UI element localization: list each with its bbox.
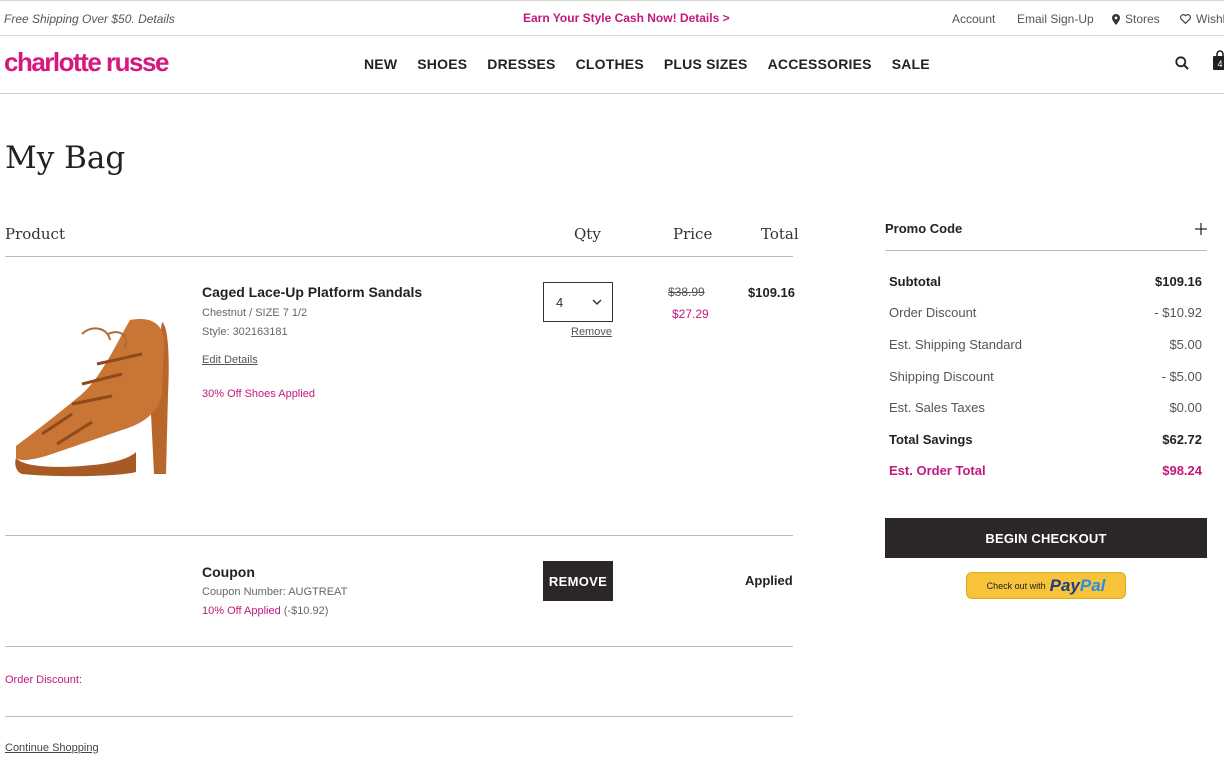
- page-title: My Bag: [5, 140, 126, 176]
- price-original: $38.99: [668, 285, 705, 299]
- paypal-prefix: Check out with: [986, 580, 1046, 591]
- nav-item-accessories[interactable]: ACCESSORIES: [768, 56, 872, 72]
- order-discount-summary-value: - $10.92: [1154, 305, 1202, 320]
- email-signup-link[interactable]: Email Sign-Up: [1017, 12, 1094, 26]
- product-name[interactable]: Caged Lace-Up Platform Sandals: [202, 284, 422, 300]
- nav-item-clothes[interactable]: CLOTHES: [576, 56, 644, 72]
- sales-tax-value: $0.00: [1169, 400, 1202, 415]
- col-header-total: Total: [761, 225, 799, 243]
- col-header-qty: Qty: [574, 225, 601, 243]
- order-discount-summary-label: Order Discount: [889, 305, 977, 320]
- coupon-applied: 10% Off Applied (-$10.92): [202, 605, 328, 617]
- order-total-label: Est. Order Total: [889, 463, 986, 478]
- remove-item-link[interactable]: Remove: [571, 326, 612, 338]
- coupon-number: Coupon Number: AUGTREAT: [202, 586, 348, 598]
- main-nav: NEW SHOES DRESSES CLOTHES PLUS SIZES ACC…: [364, 56, 950, 72]
- free-shipping-link[interactable]: Free Shipping Over $50. Details: [4, 12, 175, 26]
- product-promo: 30% Off Shoes Applied: [202, 388, 315, 400]
- divider: [5, 646, 793, 647]
- product-image[interactable]: [12, 314, 172, 480]
- bag-count: 4: [1217, 59, 1222, 69]
- divider: [5, 256, 793, 257]
- shipping-discount-label: Shipping Discount: [889, 369, 994, 384]
- paypal-logo: PayPal: [1050, 576, 1106, 596]
- nav-item-plus-sizes[interactable]: PLUS SIZES: [664, 56, 748, 72]
- nav-item-dresses[interactable]: DRESSES: [487, 56, 555, 72]
- subtotal-value: $109.16: [1155, 274, 1202, 289]
- wishlist-label: Wishl: [1196, 12, 1224, 26]
- brand-logo[interactable]: charlotte russe: [4, 47, 169, 78]
- plus-icon[interactable]: [1195, 223, 1207, 235]
- stores-link[interactable]: Stores: [1112, 12, 1160, 26]
- continue-shopping-link[interactable]: Continue Shopping: [5, 742, 99, 754]
- paypal-logo-pay: Pay: [1049, 575, 1080, 595]
- coupon-status: Applied: [745, 573, 793, 588]
- quantity-select[interactable]: 4: [543, 282, 613, 322]
- shipping-value: $5.00: [1169, 337, 1202, 352]
- style-cash-promo-link[interactable]: Earn Your Style Cash Now! Details >: [523, 11, 730, 25]
- total-savings-value: $62.72: [1162, 432, 1202, 447]
- col-header-product: Product: [5, 225, 65, 243]
- divider: [5, 716, 793, 717]
- stores-label: Stores: [1125, 12, 1160, 26]
- divider: [5, 535, 793, 536]
- search-icon[interactable]: [1175, 56, 1189, 70]
- coupon-applied-amount: (-$10.92): [280, 605, 329, 617]
- product-color-size: Chestnut / SIZE 7 1/2: [202, 307, 308, 319]
- shipping-discount-value: - $5.00: [1161, 369, 1202, 384]
- promo-code-toggle[interactable]: Promo Code: [885, 221, 962, 236]
- subtotal-label: Subtotal: [889, 274, 941, 289]
- wishlist-link[interactable]: Wishl: [1180, 12, 1224, 26]
- heart-icon: [1180, 14, 1191, 24]
- sales-tax-label: Est. Sales Taxes: [889, 400, 985, 415]
- total-savings-label: Total Savings: [889, 432, 973, 447]
- nav-item-sale[interactable]: SALE: [892, 56, 930, 72]
- price-sale: $27.29: [672, 307, 709, 321]
- item-total: $109.16: [748, 285, 795, 300]
- site-header: charlotte russe NEW SHOES DRESSES CLOTHE…: [0, 36, 1224, 94]
- shopping-bag-icon[interactable]: 4: [1213, 50, 1224, 70]
- coupon-title: Coupon: [202, 564, 255, 580]
- paypal-logo-pal: Pal: [1079, 575, 1106, 595]
- divider: [885, 250, 1207, 251]
- chevron-down-icon: [592, 299, 602, 305]
- location-pin-icon: [1112, 13, 1120, 25]
- nav-item-new[interactable]: NEW: [364, 56, 397, 72]
- shipping-label: Est. Shipping Standard: [889, 337, 1022, 352]
- account-link[interactable]: Account: [952, 12, 995, 26]
- product-style: Style: 302163181: [202, 326, 288, 338]
- nav-item-shoes[interactable]: SHOES: [417, 56, 467, 72]
- edit-details-link[interactable]: Edit Details: [202, 354, 258, 366]
- col-header-price: Price: [673, 225, 713, 243]
- quantity-value: 4: [556, 295, 564, 310]
- order-total-value: $98.24: [1162, 463, 1202, 478]
- coupon-applied-percent: 10% Off Applied: [202, 605, 281, 617]
- paypal-checkout-button[interactable]: Check out with PayPal: [966, 572, 1126, 599]
- utility-bar: Free Shipping Over $50. Details Earn You…: [0, 0, 1224, 36]
- remove-coupon-button[interactable]: REMOVE: [543, 561, 613, 601]
- begin-checkout-button[interactable]: BEGIN CHECKOUT: [885, 518, 1207, 558]
- order-discount-label: Order Discount:: [5, 674, 83, 686]
